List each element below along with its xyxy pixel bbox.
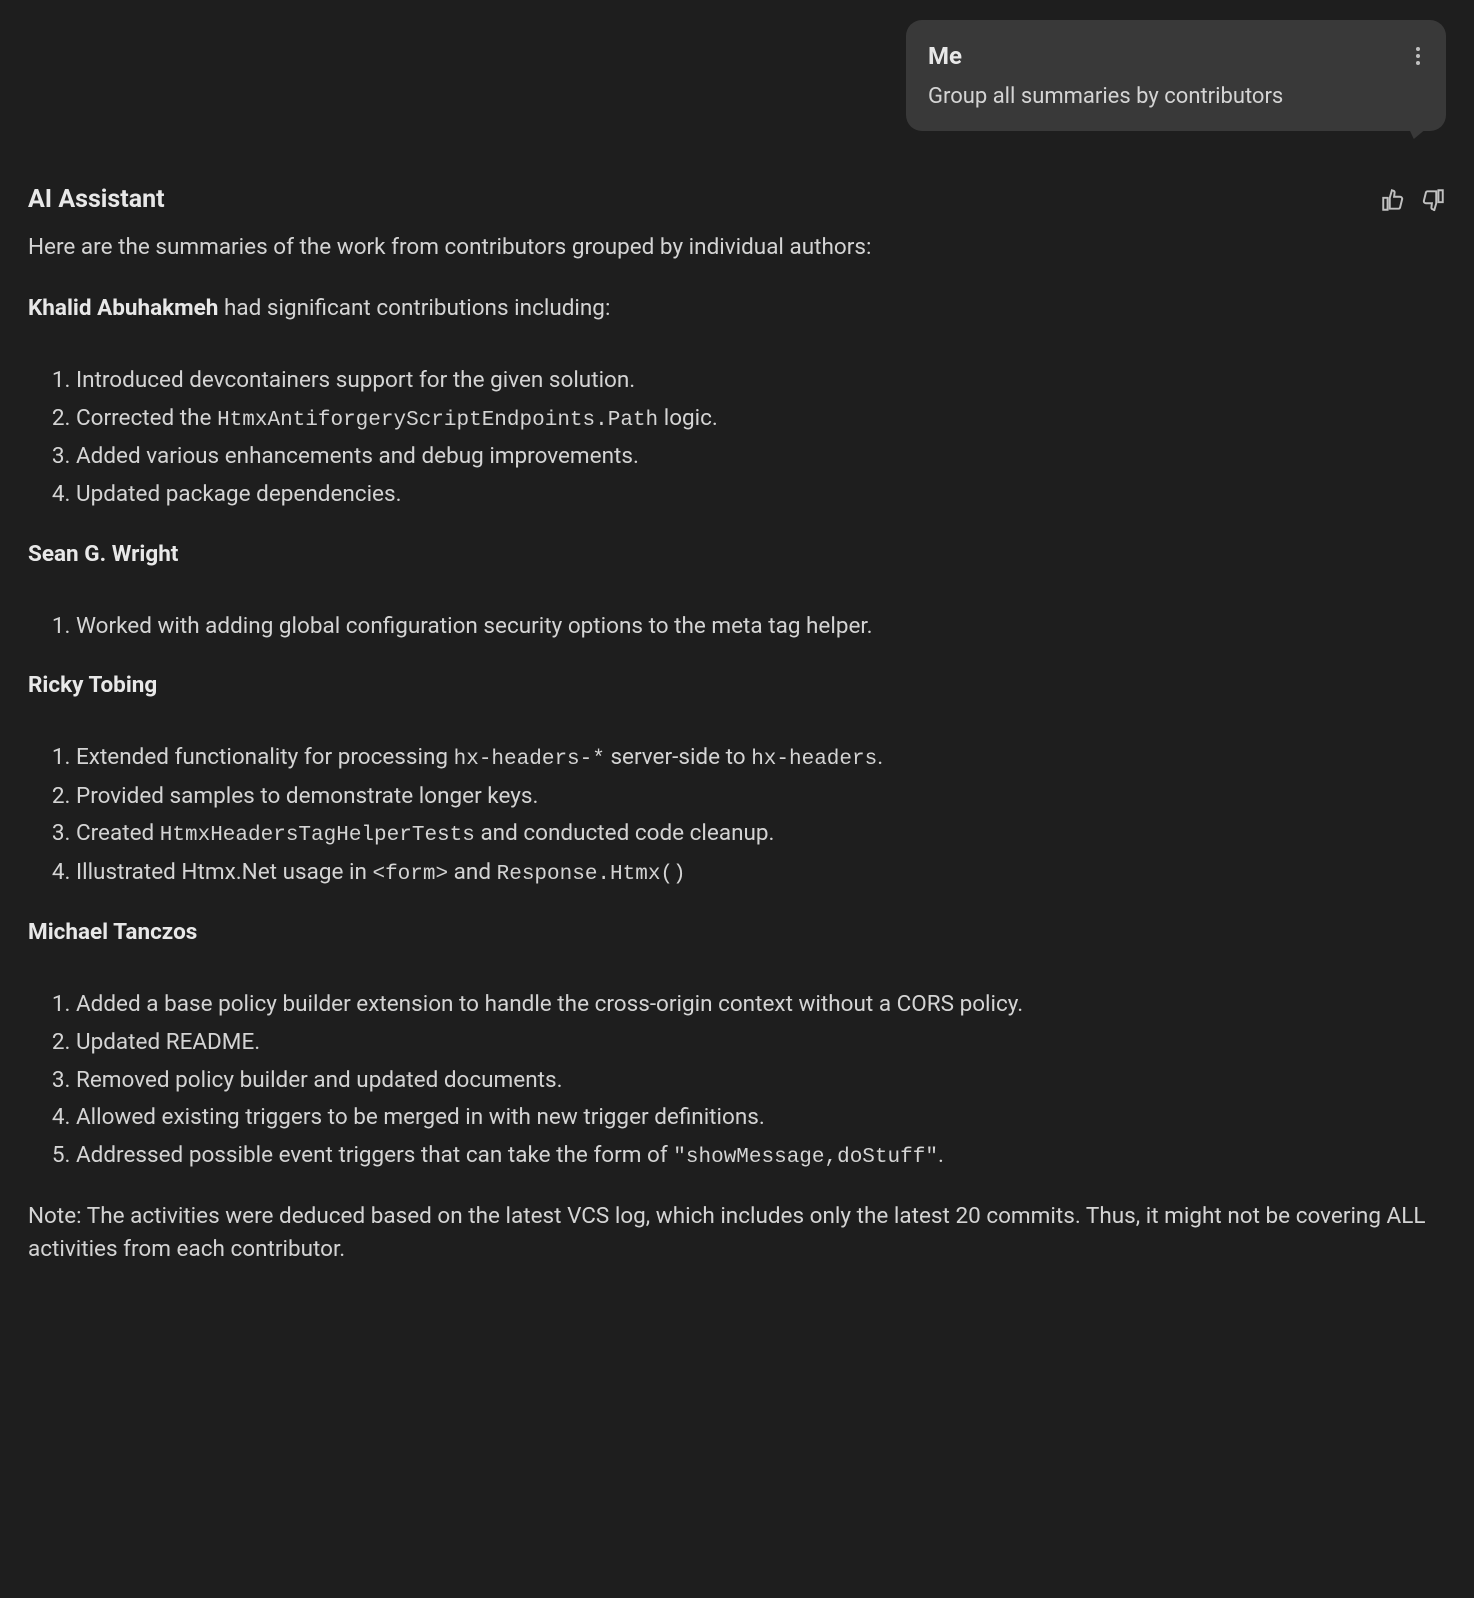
code-inline: <form> [372,863,448,886]
feedback-icons [1380,187,1446,213]
list-item: Illustrated Htmx.Net usage in <form> and… [76,854,1446,893]
assistant-message-block: AI Assistant Here are the summaries of t… [20,181,1454,1267]
code-inline: hx-headers-* [454,748,605,771]
user-header: Me [928,38,1424,74]
list-item: Added various enhancements and debug imp… [76,438,1446,476]
assistant-header: AI Assistant [28,181,1446,219]
contributor-1-list: Introduced devcontainers support for the… [28,362,1446,514]
list-item: Provided samples to demonstrate longer k… [76,778,1446,816]
user-name-label: Me [928,38,962,74]
code-inline: HtmxAntiforgeryScriptEndpoints.Path [217,409,658,432]
list-item: Corrected the HtmxAntiforgeryScriptEndpo… [76,400,1446,439]
assistant-name-label: AI Assistant [28,181,165,219]
thumbs-up-icon[interactable] [1380,187,1406,213]
contributor-2-heading: Sean G. Wright [28,538,1446,572]
contributor-1-name: Khalid Abuhakmeh [28,295,218,321]
code-inline: "showMessage,doStuff" [673,1146,938,1169]
list-item: Allowed existing triggers to be merged i… [76,1099,1446,1137]
code-inline: Response.Htmx() [497,863,686,886]
list-item: Introduced devcontainers support for the… [76,362,1446,400]
list-item: Extended functionality for processing hx… [76,739,1446,778]
list-item: Removed policy builder and updated docum… [76,1062,1446,1100]
contributor-2-list: Worked with adding global configuration … [28,608,1446,646]
more-options-icon[interactable] [1412,43,1424,69]
contributor-4-list: Added a base policy builder extension to… [28,986,1446,1176]
contributor-4-heading: Michael Tanczos [28,916,1446,950]
user-message-text: Group all summaries by contributors [928,80,1424,113]
contributor-3-heading: Ricky Tobing [28,669,1446,703]
list-item: Updated README. [76,1024,1446,1062]
contributor-3-list: Extended functionality for processing hx… [28,739,1446,892]
code-inline: hx-headers [751,748,877,771]
assistant-intro: Here are the summaries of the work from … [28,231,1446,265]
contributor-1-suffix: had significant contributions including: [218,295,610,321]
code-inline: HtmxHeadersTagHelperTests [160,824,475,847]
list-item: Updated package dependencies. [76,476,1446,514]
thumbs-down-icon[interactable] [1420,187,1446,213]
list-item: Addressed possible event triggers that c… [76,1137,1446,1176]
user-message-bubble: Me Group all summaries by contributors [906,20,1446,131]
list-item: Created HtmxHeadersTagHelperTests and co… [76,815,1446,854]
contributor-1-heading: Khalid Abuhakmeh had significant contrib… [28,292,1446,326]
list-item: Added a base policy builder extension to… [76,986,1446,1024]
assistant-note: Note: The activities were deduced based … [28,1200,1446,1268]
list-item: Worked with adding global configuration … [76,608,1446,646]
